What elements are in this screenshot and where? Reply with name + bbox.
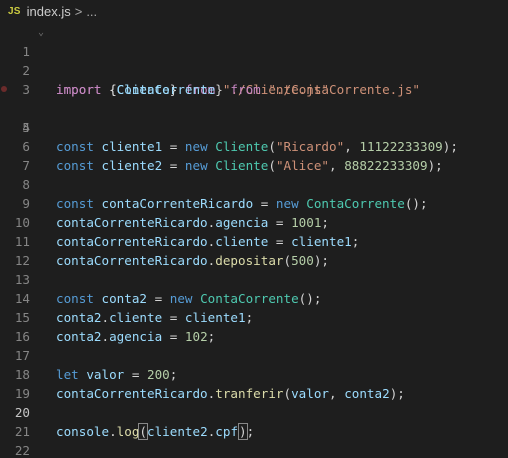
code-line[interactable]: 9 contaCorrenteRicardo.agencia = 1001;	[0, 175, 508, 230]
breadcrumb-file[interactable]: index.js	[27, 4, 71, 19]
code-line[interactable]: 10 contaCorrenteRicardo.cliente = client…	[0, 194, 508, 249]
code-line[interactable]: 1 ⌄ import {Cliente} from "./Cliente.js"	[0, 23, 508, 97]
code-line[interactable]: 16	[0, 308, 508, 344]
code-line[interactable]: 3	[0, 61, 508, 97]
code-line[interactable]: 18 contaCorrenteRicardo.tranferir(valor,…	[0, 346, 508, 401]
code-line[interactable]: 12	[0, 232, 508, 268]
breadcrumb-separator: >	[74, 3, 83, 19]
code-line[interactable]: 8 const contaCorrenteRicardo = new Conta…	[0, 156, 508, 211]
code-line[interactable]: 6 const cliente2 = new Cliente("Alice", …	[0, 118, 508, 173]
code-line[interactable]: 2 import {ContaCorrente} from "./ContaCo…	[0, 42, 508, 97]
code-line[interactable]: 11 contaCorrenteRicardo.depositar(500);	[0, 213, 508, 268]
code-line[interactable]: 21	[0, 403, 508, 439]
code-line[interactable]: 7	[0, 137, 508, 173]
code-line[interactable]: 15 conta2.agencia = 102;	[0, 289, 508, 344]
line-number: 22	[14, 443, 30, 458]
code-line[interactable]: 22	[0, 422, 508, 458]
chevron-down-icon[interactable]: ⌄	[38, 23, 44, 42]
breakpoint-hint-icon[interactable]	[1, 86, 7, 92]
code-line[interactable]: 14 conta2.cliente = cliente1;	[0, 270, 508, 325]
javascript-file-icon: JS	[8, 5, 21, 17]
code-line-active[interactable]: 20 console.log(cliente2.cpf);	[0, 384, 508, 440]
code-line[interactable]: 13 const conta2 = new ContaCorrente();	[0, 251, 508, 306]
code-line[interactable]: 4 const cliente1 = new Cliente("Ricardo"…	[0, 80, 508, 154]
code-editor[interactable]: JS index.js > ... 1 ⌄ import {Cliente} f…	[0, 0, 508, 458]
code-line[interactable]: 19	[0, 365, 508, 401]
code-area[interactable]: 1 ⌄ import {Cliente} from "./Cliente.js"…	[0, 23, 508, 458]
breadcrumb-symbols[interactable]: ...	[86, 4, 97, 19]
code-line[interactable]: 17 let valor = 200;	[0, 327, 508, 382]
code-line[interactable]: 5	[0, 99, 508, 135]
breadcrumb: JS index.js > ...	[0, 0, 508, 22]
